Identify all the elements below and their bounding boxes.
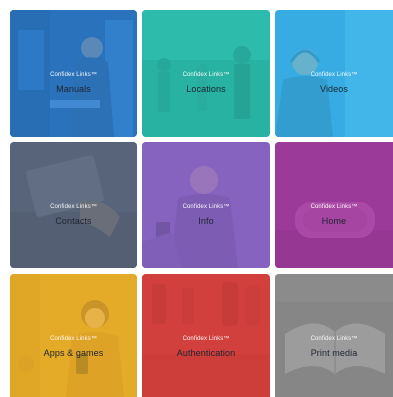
tile-label: Print media (310, 348, 358, 358)
tile-caption: Confidex Links™ Locations (142, 72, 270, 94)
tile-label: Home (321, 216, 347, 226)
tile-caption: Confidex Links™ Apps & games (10, 336, 137, 358)
tile-brand: Confidex Links™ (182, 72, 230, 78)
tile-info[interactable]: Confidex Links™ Info (142, 142, 270, 268)
tile-caption: Confidex Links™ Manuals (10, 72, 137, 94)
tile-locations[interactable]: Confidex Links™ Locations (142, 10, 270, 137)
tile-caption: Confidex Links™ Videos (275, 72, 393, 94)
links-tile-grid: Confidex Links™ Manuals Confidex Links™ … (0, 0, 393, 397)
tile-brand: Confidex Links™ (310, 72, 358, 78)
tile-brand: Confidex Links™ (50, 336, 97, 342)
tile-caption: Confidex Links™ Contacts (10, 204, 137, 226)
tile-label: Locations (186, 84, 226, 94)
tile-caption: Confidex Links™ Authentication (142, 336, 270, 358)
tile-caption: Confidex Links™ Home (275, 204, 393, 226)
tile-videos[interactable]: Confidex Links™ Videos (275, 10, 393, 137)
tile-label: Info (198, 216, 214, 226)
tile-brand: Confidex Links™ (310, 336, 358, 342)
tile-contacts[interactable]: Confidex Links™ Contacts (10, 142, 137, 268)
tile-label: Manuals (56, 84, 91, 94)
tile-brand: Confidex Links™ (182, 204, 230, 210)
tile-brand: Confidex Links™ (50, 204, 97, 210)
tile-label: Videos (320, 84, 348, 94)
tile-apps-games[interactable]: Confidex Links™ Apps & games (10, 274, 137, 397)
tile-caption: Confidex Links™ Print media (275, 336, 393, 358)
tile-label: Apps & games (43, 348, 104, 358)
tile-manuals[interactable]: Confidex Links™ Manuals (10, 10, 137, 137)
tile-caption: Confidex Links™ Info (142, 204, 270, 226)
tile-brand: Confidex Links™ (310, 204, 358, 210)
tile-authentication[interactable]: Confidex Links™ Authentication (142, 274, 270, 397)
tile-brand: Confidex Links™ (182, 336, 230, 342)
tile-brand: Confidex Links™ (50, 72, 97, 78)
tile-print-media[interactable]: Confidex Links™ Print media (275, 274, 393, 397)
tile-home[interactable]: Confidex Links™ Home (275, 142, 393, 268)
tile-label: Contacts (55, 216, 92, 226)
tile-label: Authentication (176, 348, 236, 358)
